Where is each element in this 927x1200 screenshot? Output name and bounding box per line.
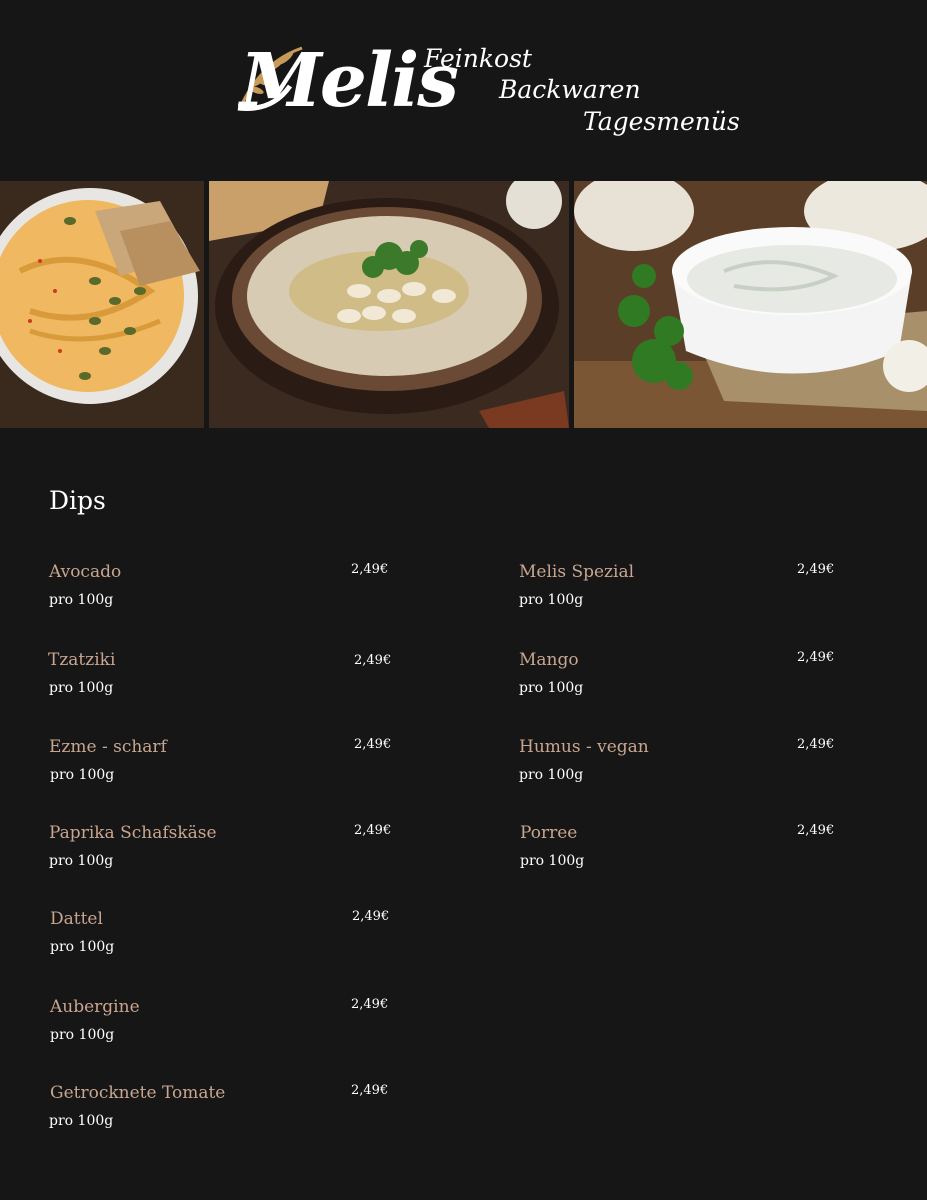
item-price: 2,49€ [351,562,389,577]
menu-item: Porree pro 100g 2,49€ [520,823,880,883]
item-price: 2,49€ [352,909,390,924]
item-price: 2,49€ [354,653,392,668]
item-price: 2,49€ [797,650,835,665]
tagline-feinkost: Feinkost [424,44,532,73]
item-name: Mango [519,650,579,670]
item-price: 2,49€ [354,737,392,752]
menu-item: Avocado pro 100g 2,49€ [49,562,409,622]
menu-item: Ezme - scharf pro 100g 2,49€ [49,737,409,797]
item-price: 2,49€ [354,823,392,838]
item-price: 2,49€ [797,737,835,752]
item-unit: pro 100g [50,1027,115,1043]
bean-dip-photo [209,181,569,428]
item-name: Aubergine [50,997,140,1017]
menu-item: Mango pro 100g 2,49€ [519,650,879,710]
menu-item: Humus - vegan pro 100g 2,49€ [519,737,879,797]
menu-item: Aubergine pro 100g 2,49€ [50,997,410,1057]
item-unit: pro 100g [49,592,114,608]
tzatziki-photo [574,181,927,428]
menu-item: Paprika Schafskäse pro 100g 2,49€ [49,823,409,883]
menu-header: Melis Feinkost Backwaren Tagesmenüs [0,0,927,181]
item-name: Avocado [49,562,122,582]
item-name: Dattel [50,909,103,929]
item-price: 2,49€ [797,823,835,838]
item-name: Melis Spezial [519,562,635,582]
item-name: Humus - vegan [519,737,649,757]
item-name: Paprika Schafskäse [49,823,217,843]
item-unit: pro 100g [520,853,585,869]
tagline-backwaren: Backwaren [499,75,641,104]
item-unit: pro 100g [519,592,584,608]
brand-logo: Melis [232,38,459,153]
item-name: Getrocknete Tomate [50,1083,226,1103]
item-unit: pro 100g [49,1113,114,1129]
tagline-tagesmenues: Tagesmenüs [583,107,740,136]
item-unit: pro 100g [49,680,114,696]
item-unit: pro 100g [50,939,115,955]
menu-item: Tzatziki pro 100g 2,49€ [48,650,408,710]
hummus-photo [0,181,204,428]
item-price: 2,49€ [351,1083,389,1098]
item-price: 2,49€ [797,562,835,577]
item-unit: pro 100g [49,853,114,869]
menu-item: Melis Spezial pro 100g 2,49€ [519,562,879,622]
item-name: Tzatziki [48,650,116,670]
item-name: Porree [520,823,578,843]
item-unit: pro 100g [50,767,115,783]
photo-strip [0,181,927,428]
item-unit: pro 100g [519,767,584,783]
item-unit: pro 100g [519,680,584,696]
section-title-dips: Dips [49,486,106,515]
menu-item: Dattel pro 100g 2,49€ [50,909,410,969]
item-price: 2,49€ [351,997,389,1012]
menu-item: Getrocknete Tomate pro 100g 2,49€ [49,1083,410,1143]
item-name: Ezme - scharf [49,737,167,757]
